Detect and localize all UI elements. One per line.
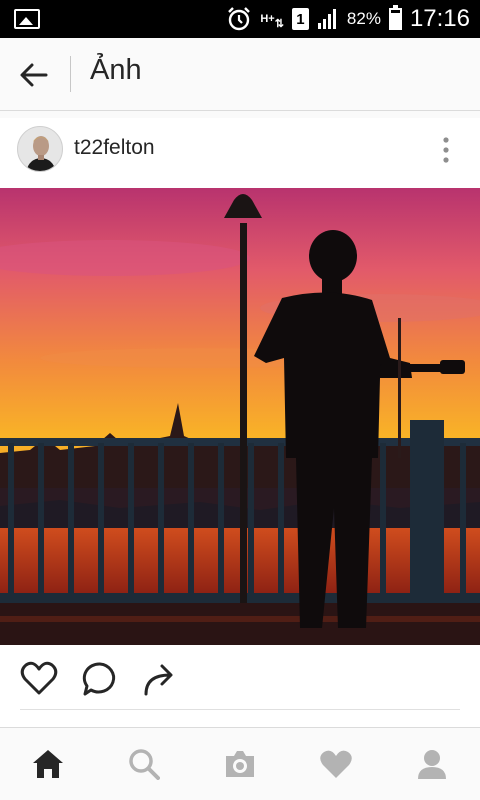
heart-icon[interactable] [318, 746, 354, 782]
profile-avatar[interactable] [17, 126, 63, 172]
actions-divider [20, 709, 460, 710]
app-header: Ảnh [0, 38, 480, 111]
heart-outline-icon[interactable] [20, 661, 58, 697]
profile-icon[interactable] [414, 746, 450, 782]
arrow-left-icon[interactable] [18, 60, 50, 90]
bottom-nav [0, 727, 480, 800]
battery-percent: 82% [346, 9, 381, 28]
gallery-icon [14, 9, 40, 29]
more-vertical-icon[interactable] [442, 136, 450, 164]
post-header: t22felton [0, 118, 480, 188]
sim-slot-text: 1 [296, 10, 305, 28]
status-bar: H+ ⇅ 1 82% 17:16 [0, 0, 480, 38]
camera-icon[interactable] [222, 746, 258, 782]
share-icon[interactable] [140, 661, 178, 697]
comment-icon[interactable] [81, 661, 119, 697]
header-divider [70, 56, 71, 92]
post-container: t22felton [0, 118, 480, 188]
alarm-icon [226, 6, 252, 32]
data-hplus-icon: H+ ⇅ [260, 13, 284, 30]
search-icon[interactable] [126, 746, 162, 782]
sunset-photo-image [0, 188, 480, 645]
sim-1-icon: 1 [291, 8, 309, 30]
post-username[interactable]: t22felton [74, 136, 155, 160]
network-type-text: H+ [260, 13, 275, 25]
home-icon[interactable] [30, 746, 66, 782]
battery-fill [390, 13, 400, 28]
page-title: Ảnh [90, 54, 142, 86]
post-photo[interactable] [0, 188, 480, 645]
signal-icon [317, 8, 339, 30]
post-actions [0, 645, 480, 727]
clock-time: 17:16 [409, 5, 470, 32]
battery-icon [388, 5, 402, 30]
